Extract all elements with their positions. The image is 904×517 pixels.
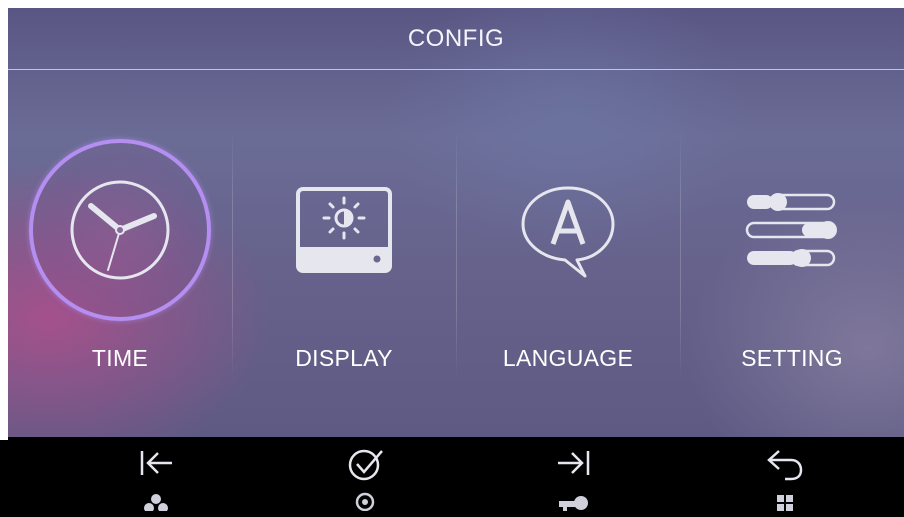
frame-left-edge [0, 0, 8, 440]
monitor-icon [355, 492, 375, 511]
language-icon [478, 140, 658, 320]
back-icon [767, 450, 803, 481]
tile-label-setting: SETTING [741, 345, 843, 371]
header: CONFIG [8, 8, 904, 70]
tile-language[interactable]: LANGUAGE [456, 130, 680, 390]
tile-display[interactable]: DISPLAY [232, 130, 456, 390]
frame-top-edge [0, 0, 904, 8]
next-icon [558, 451, 590, 475]
sliders-icon [702, 140, 882, 320]
config-screen: CONFIG TIME DISPLAY LANGUAGE SETTING [0, 0, 904, 517]
key-icon [559, 496, 588, 511]
clock-icon [29, 139, 211, 321]
next-button[interactable] [534, 437, 614, 517]
header-divider [8, 69, 904, 70]
tile-label-language: LANGUAGE [502, 345, 634, 371]
brightness-display-icon [254, 140, 434, 320]
back-button[interactable] [745, 437, 825, 517]
confirm-icon [348, 449, 383, 481]
previous-icon [140, 451, 172, 475]
tile-label-time: TIME [91, 345, 149, 371]
tile-time[interactable]: TIME [8, 130, 232, 390]
tile-setting[interactable]: SETTING [680, 130, 904, 390]
previous-button[interactable] [116, 437, 196, 517]
softkey-bar [8, 437, 904, 517]
page-title: CONFIG [407, 25, 505, 52]
grid-icon [777, 495, 793, 511]
config-menu: TIME DISPLAY LANGUAGE SETTING [8, 130, 904, 390]
tile-label-display: DISPLAY [295, 345, 393, 371]
confirm-button[interactable] [325, 437, 405, 517]
person-icon [144, 494, 168, 511]
